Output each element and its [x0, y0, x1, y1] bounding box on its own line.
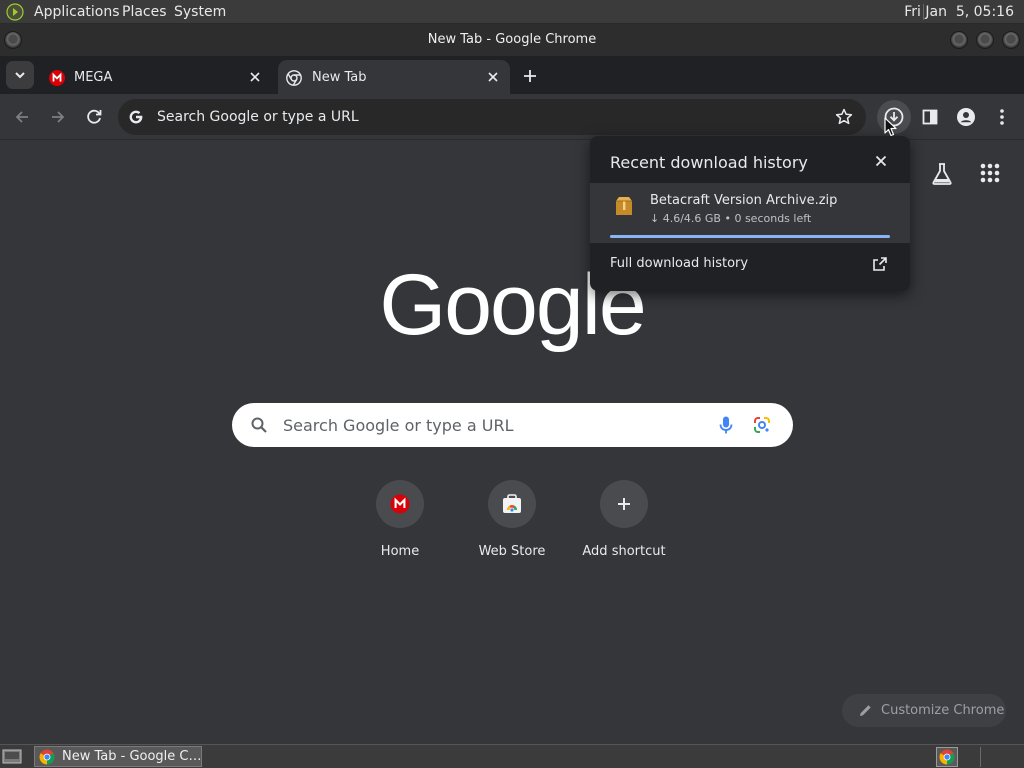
menu-places[interactable]: Places — [122, 4, 167, 20]
menu-system[interactable]: System — [174, 4, 226, 20]
show-desktop-icon[interactable] — [2, 748, 22, 765]
tray-chrome-button[interactable] — [936, 747, 958, 767]
taskbar-window-label: New Tab - Google C… — [62, 749, 202, 764]
arrow-right-icon — [52, 111, 65, 123]
external-link-icon[interactable] — [872, 256, 888, 272]
window-title: New Tab - Google Chrome — [427, 32, 597, 47]
back-button[interactable] — [10, 105, 34, 129]
chrome-icon — [39, 749, 55, 765]
side-panel-icon — [922, 109, 938, 125]
plus-icon — [524, 70, 536, 82]
download-filename: Betacraft Version Archive.zip — [650, 193, 838, 208]
omnibox[interactable]: Search Google or type a URL — [118, 99, 866, 135]
download-progress-fill — [610, 235, 890, 238]
profile-button[interactable] — [954, 105, 978, 129]
close-tab-icon[interactable] — [248, 70, 262, 84]
maximize-button[interactable] — [976, 31, 994, 49]
kebab-menu-icon — [1000, 109, 1004, 125]
system-top-bar: Applications Places System Fri Jan 5, 05… — [0, 0, 1024, 24]
web-store-icon — [503, 494, 521, 513]
full-download-history-link[interactable]: Full download history — [610, 256, 748, 271]
close-window-button[interactable] — [1002, 31, 1020, 49]
close-icon[interactable] — [874, 154, 888, 168]
separator — [980, 747, 981, 767]
reload-button[interactable] — [82, 105, 106, 129]
pencil-icon — [860, 705, 871, 716]
mega-icon — [390, 494, 410, 514]
download-status: ↓ 4.6/4.6 GB • 0 seconds left — [650, 212, 812, 225]
zip-file-icon — [616, 197, 632, 215]
reload-icon — [87, 109, 102, 124]
chrome-labs-button[interactable] — [928, 160, 956, 188]
download-bubble-title: Recent download history — [610, 153, 808, 172]
shortcut-label: Add shortcut — [582, 544, 666, 559]
customize-label: Customize Chrome — [881, 703, 1005, 718]
browser-toolbar: Search Google or type a URL — [0, 94, 1024, 140]
new-tab-button[interactable] — [518, 64, 542, 88]
mouse-cursor-icon — [884, 117, 898, 137]
taskbar-window-button[interactable]: New Tab - Google C… — [34, 746, 202, 767]
close-tab-icon[interactable] — [486, 70, 500, 84]
tab-strip: MEGA New Tab — [0, 56, 1024, 94]
flask-icon — [932, 163, 952, 185]
shortcut-icon-circle — [376, 480, 424, 528]
search-icon — [251, 417, 267, 433]
chrome-icon — [286, 70, 302, 86]
tab-search-button[interactable] — [6, 61, 34, 89]
google-apps-button[interactable] — [976, 159, 1004, 187]
menu-applications[interactable]: Applications — [34, 4, 120, 20]
plus-icon — [618, 498, 630, 510]
forward-button[interactable] — [46, 105, 70, 129]
tab-new-tab[interactable]: New Tab — [278, 60, 510, 94]
mega-icon — [49, 70, 65, 86]
tab-label: MEGA — [74, 70, 113, 85]
clock[interactable]: Fri Jan 5, 05:16 — [904, 4, 1014, 20]
shortcut-icon-circle — [600, 480, 648, 528]
omnibox-placeholder: Search Google or type a URL — [157, 109, 359, 125]
download-bubble: Recent download history Betacraft Versio… — [590, 136, 910, 291]
bottom-taskbar: New Tab - Google C… — [0, 744, 1024, 768]
shortcut-label: Home — [380, 544, 420, 559]
chrome-menu-button[interactable] — [990, 105, 1014, 129]
chevron-down-icon — [15, 72, 25, 79]
profile-icon — [957, 108, 975, 126]
tab-mega[interactable]: MEGA — [40, 60, 272, 94]
download-progress-track — [610, 235, 890, 238]
shortcut-icon-circle — [488, 480, 536, 528]
realbox-search[interactable]: Search Google or type a URL — [232, 403, 793, 447]
minimize-button[interactable] — [950, 31, 968, 49]
apps-grid-icon — [980, 163, 1000, 183]
search-placeholder: Search Google or type a URL — [283, 416, 514, 435]
mic-icon[interactable] — [716, 415, 736, 435]
window-title-bar[interactable]: New Tab - Google Chrome — [0, 24, 1024, 56]
chrome-icon — [939, 749, 955, 765]
download-item[interactable]: Betacraft Version Archive.zip ↓ 4.6/4.6 … — [590, 183, 910, 243]
tab-label: New Tab — [312, 70, 367, 85]
shortcut-label: Web Store — [478, 544, 546, 559]
gnome-foot-icon[interactable] — [6, 3, 24, 21]
google-g-icon — [129, 110, 143, 124]
side-panel-button[interactable] — [918, 105, 942, 129]
bookmark-star-icon[interactable] — [834, 107, 854, 127]
arrow-left-icon — [15, 111, 28, 123]
customize-chrome-button[interactable]: Customize Chrome — [842, 694, 1006, 727]
google-lens-icon[interactable] — [752, 415, 772, 435]
